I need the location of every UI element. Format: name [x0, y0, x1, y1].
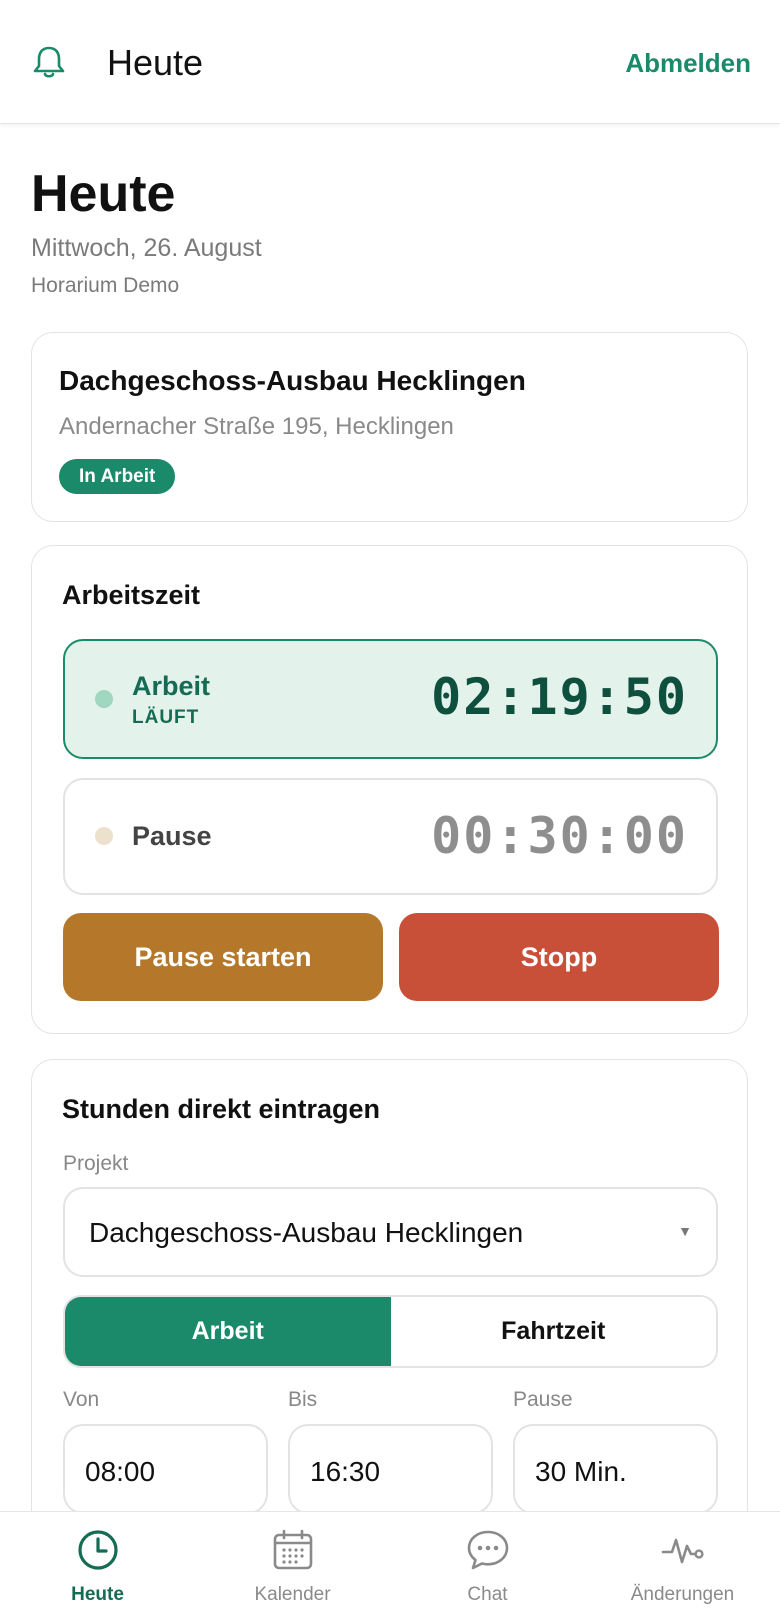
pause-timer: Pause 00:30:00 [63, 778, 718, 895]
pause-timer-value: 00:30:00 [431, 807, 688, 865]
work-status-dot [95, 690, 113, 708]
pause-field-label: Pause [513, 1388, 573, 1411]
chat-icon [467, 1530, 509, 1570]
page-date: Mittwoch, 26. August [31, 234, 262, 262]
company-name: Horarium Demo [31, 274, 180, 297]
hours-entry-card: Stunden direkt eintragen Projekt Dachges… [31, 1059, 748, 1511]
from-time-value: 08:00 [85, 1456, 156, 1487]
segment-work[interactable]: Arbeit [65, 1297, 391, 1366]
project-select[interactable]: Dachgeschoss-Ausbau Hecklingen ▼ [63, 1187, 718, 1277]
nav-item-kalender[interactable]: Kalender [195, 1512, 390, 1619]
nav-item-heute[interactable]: Heute [0, 1512, 195, 1619]
work-timer-status: LÄUFT [132, 707, 200, 728]
pause-timer-label: Pause [132, 821, 212, 851]
status-badge: In Arbeit [59, 459, 176, 494]
work-timer-label: Arbeit [132, 671, 211, 701]
worktime-title: Arbeitszeit [62, 580, 201, 610]
pause-duration-value: 30 Min. [535, 1456, 627, 1487]
to-label: Bis [288, 1388, 318, 1411]
from-time-input[interactable]: 08:00 [63, 1424, 268, 1511]
nav-label-heute: Heute [71, 1584, 124, 1605]
to-time-value: 16:30 [310, 1456, 381, 1487]
hours-entry-title: Stunden direkt eintragen [62, 1094, 381, 1124]
nav-label-kalender: Kalender [254, 1584, 331, 1605]
caret-down-icon: ▼ [678, 1223, 692, 1239]
project-address: Andernacher Straße 195, Hecklingen [59, 413, 454, 440]
header-title: Heute [107, 42, 204, 83]
nav-item-chat[interactable]: Chat [390, 1512, 585, 1619]
project-name: Dachgeschoss-Ausbau Hecklingen [59, 365, 526, 396]
work-timer: Arbeit LÄUFT 02:19:50 [63, 639, 718, 759]
calendar-icon [273, 1529, 313, 1570]
activity-icon [661, 1538, 704, 1564]
project-field-label: Projekt [63, 1152, 129, 1175]
bell-icon[interactable] [32, 44, 66, 80]
stop-button[interactable]: Stopp [399, 913, 719, 1001]
nav-item-aenderungen[interactable]: Änderungen [585, 1512, 780, 1619]
entry-type-toggle: Arbeit Fahrtzeit [63, 1295, 718, 1368]
from-label: Von [63, 1388, 100, 1411]
pause-status-dot [95, 827, 113, 845]
main-content[interactable]: Heute Mittwoch, 26. August Horarium Demo… [0, 124, 780, 1511]
segment-travel-time[interactable]: Fahrtzeit [390, 1297, 716, 1366]
work-timer-value: 02:19:50 [431, 668, 688, 726]
nav-label-aenderungen: Änderungen [630, 1584, 735, 1605]
start-pause-button[interactable]: Pause starten [63, 913, 383, 1001]
top-bar: Heute Abmelden [0, 0, 780, 124]
pause-duration-input[interactable]: 30 Min. [513, 1424, 718, 1511]
logout-button[interactable]: Abmelden [625, 48, 751, 79]
bottom-nav: Heute Kalender Chat Änderungen [0, 1511, 780, 1619]
project-select-value: Dachgeschoss-Ausbau Hecklingen [89, 1217, 524, 1248]
project-card[interactable]: Dachgeschoss-Ausbau Hecklingen Andernach… [31, 332, 748, 522]
page-title: Heute [31, 165, 176, 223]
app: Heute Abmelden Heute Mittwoch, 26. Augus… [0, 0, 780, 1619]
to-time-input[interactable]: 16:30 [288, 1424, 493, 1511]
clock-icon [78, 1530, 118, 1570]
nav-label-chat: Chat [467, 1584, 508, 1605]
worktime-card: Arbeitszeit Arbeit LÄUFT 02:19:50 Pause … [31, 545, 748, 1034]
